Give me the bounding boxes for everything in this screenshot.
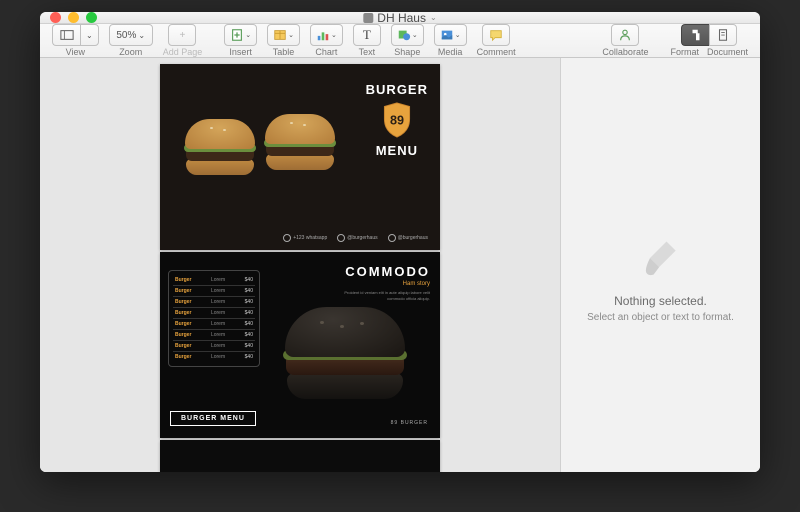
burger-illustration-2 (265, 114, 335, 174)
document-label: Document (707, 47, 748, 57)
window-title: DH Haus ⌄ (363, 12, 436, 25)
add-page-group: + Add Page (159, 24, 207, 57)
chart-label: Chart (315, 47, 337, 57)
table-row: BurgerLorem$40 (173, 341, 255, 352)
shape-label: Shape (394, 47, 420, 57)
zoom-value: 50% (116, 30, 136, 41)
table-row: BurgerLorem$40 (173, 308, 255, 319)
collaborate-button[interactable] (611, 24, 639, 46)
inspector-subtext: Select an object or text to format. (587, 312, 734, 323)
collaborate-label: Collaborate (602, 47, 648, 57)
table-row: BurgerLorem$40 (173, 352, 255, 362)
social-whatsapp: +123 whatsapp (283, 234, 327, 242)
page-2-brand: 89 BURGER (391, 420, 428, 426)
window-controls (40, 12, 97, 23)
view-menu-button[interactable]: ⌄ (80, 24, 99, 46)
text-button[interactable]: T (353, 24, 381, 46)
brush-icon (639, 236, 683, 280)
page-2-subtitle: Ham story (340, 281, 430, 287)
document-pages: BURGER 89 MENU +123 whatsapp @burgerhaus… (160, 64, 440, 472)
format-inspector: Nothing selected. Select an object or te… (560, 58, 760, 472)
media-label: Media (438, 47, 463, 57)
insert-button[interactable]: ⌄ (224, 24, 257, 46)
zoom-window-button[interactable] (86, 12, 97, 23)
add-page-button[interactable]: + (168, 24, 196, 46)
view-button[interactable] (52, 24, 80, 46)
document-icon (363, 13, 373, 23)
page-1-footer: +123 whatsapp @burgerhaus @burgerhaus (283, 234, 428, 242)
table-label: Table (273, 47, 295, 57)
table-row: BurgerLorem$40 (173, 330, 255, 341)
page-1[interactable]: BURGER 89 MENU +123 whatsapp @burgerhaus… (160, 64, 440, 250)
black-burger-illustration (285, 307, 405, 407)
content-area: BURGER 89 MENU +123 whatsapp @burgerhaus… (40, 58, 760, 472)
table-button[interactable]: ⌄ (267, 24, 300, 46)
close-window-button[interactable] (50, 12, 61, 23)
zoom-group: 50%⌄ Zoom (105, 24, 157, 57)
social-instagram: @burgerhaus (337, 234, 377, 242)
title-chevron-icon[interactable]: ⌄ (430, 13, 437, 22)
page-1-menu-text: MENU (366, 143, 428, 158)
add-page-label: Add Page (163, 47, 203, 57)
page-2-heading-block: COMMODO Ham story Proident id veniam eli… (340, 264, 430, 301)
view-label: View (66, 47, 85, 57)
burger-illustration-1 (185, 119, 255, 179)
chart-button[interactable]: ⌄ (310, 24, 343, 46)
document-button[interactable] (709, 24, 737, 46)
inspector-heading: Nothing selected. (614, 294, 707, 308)
media-button[interactable]: ⌄ (434, 24, 467, 46)
titlebar: DH Haus ⌄ (40, 12, 760, 24)
page-2-description: Proident id veniam elit in aute aliquip … (340, 290, 430, 301)
canvas[interactable]: BURGER 89 MENU +123 whatsapp @burgerhaus… (40, 58, 560, 472)
social-facebook: @burgerhaus (388, 234, 428, 242)
badge-shield-icon: 89 (379, 101, 415, 139)
toolbar: ⌄ View 50%⌄ Zoom + Add Page ⌄Insert ⌄Tab… (40, 24, 760, 58)
burger-menu-button-graphic: BURGER MENU (170, 411, 256, 426)
svg-text:89: 89 (390, 114, 404, 128)
page-3[interactable]: COMMODO (160, 440, 440, 472)
table-row: BurgerLorem$40 (173, 275, 255, 286)
text-label: Text (359, 47, 376, 57)
comment-button[interactable] (482, 24, 510, 46)
hero-image (170, 94, 340, 204)
window-title-text: DH Haus (377, 12, 426, 25)
table-row: BurgerLorem$40 (173, 297, 255, 308)
format-label: Format (670, 47, 699, 57)
table-row: BurgerLorem$40 (173, 319, 255, 330)
menu-price-table: BurgerLorem$40BurgerLorem$40BurgerLorem$… (168, 270, 260, 367)
minimize-window-button[interactable] (68, 12, 79, 23)
comment-label: Comment (477, 47, 516, 57)
format-doc-group: Format Document (666, 24, 752, 57)
page-1-title: BURGER (366, 82, 428, 97)
insert-label: Insert (229, 47, 252, 57)
page-2-heading: COMMODO (340, 264, 430, 279)
shape-button[interactable]: ⌄ (391, 24, 424, 46)
zoom-label: Zoom (119, 47, 142, 57)
page-2[interactable]: BurgerLorem$40BurgerLorem$40BurgerLorem$… (160, 252, 440, 438)
app-window: DH Haus ⌄ ⌄ View 50%⌄ Zoom + Add Page ⌄I… (40, 12, 760, 472)
format-button[interactable] (681, 24, 709, 46)
view-group: ⌄ View (48, 24, 103, 57)
page-1-heading-block: BURGER 89 MENU (366, 82, 428, 158)
zoom-select[interactable]: 50%⌄ (109, 24, 153, 46)
table-row: BurgerLorem$40 (173, 286, 255, 297)
